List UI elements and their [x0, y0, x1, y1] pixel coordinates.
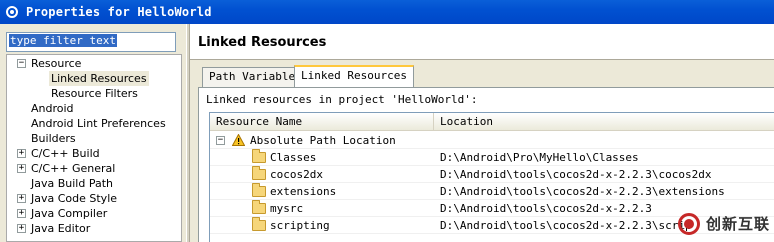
tree-item-linked-resources[interactable]: Linked Resources [49, 71, 149, 86]
folder-icon [252, 217, 266, 231]
table-header: Resource Name Location [210, 113, 774, 131]
row-name: cocos2dx [270, 168, 323, 181]
table-row[interactable]: extensions D:\Android\tools\cocos2d-x-2.… [210, 183, 774, 200]
watermark-text: 创新互联 [706, 215, 771, 233]
tab-linked-resources[interactable]: Linked Resources [294, 65, 414, 87]
tree-item-resource[interactable]: Resource [31, 56, 81, 71]
filter-input-text[interactable]: type filter text [9, 34, 117, 47]
expand-icon[interactable]: + [17, 194, 26, 203]
tree-item-java-editor[interactable]: Java Editor [31, 221, 90, 236]
tab-path-variables[interactable]: Path Variables [202, 67, 309, 87]
collapse-icon[interactable]: − [17, 59, 26, 68]
row-location: D:\Android\Pro\MyHello\Classes [440, 151, 639, 164]
column-header-location[interactable]: Location [434, 113, 774, 131]
table-row[interactable]: Classes D:\Android\Pro\MyHello\Classes [210, 149, 774, 166]
warning-icon [232, 134, 245, 146]
tree-item-java-compiler[interactable]: Java Compiler [31, 206, 107, 221]
group-label: Absolute Path Location [250, 134, 396, 147]
row-name: scripting [270, 219, 330, 232]
title-bar: Properties for HelloWorld [0, 0, 774, 24]
row-name: mysrc [270, 202, 304, 215]
row-location: D:\Android\tools\cocos2d-x-2.2.3\scrip [440, 219, 692, 232]
eclipse-gear-icon [4, 4, 20, 20]
collapse-icon[interactable]: − [216, 136, 225, 145]
filter-input[interactable]: type filter text [6, 32, 176, 52]
left-panel: type filter text − Resource Linked Resou… [0, 24, 186, 242]
folder-icon [252, 166, 266, 180]
tree-item-java-code-style[interactable]: Java Code Style [31, 191, 117, 206]
pane-description: Linked resources in project 'HelloWorld'… [206, 93, 478, 106]
expand-icon[interactable]: + [17, 209, 26, 218]
property-tree[interactable]: − Resource Linked Resources Resource Fil… [6, 54, 182, 242]
folder-icon [252, 200, 266, 214]
table-row[interactable]: cocos2dx D:\Android\tools\cocos2d-x-2.2.… [210, 166, 774, 183]
folder-icon [252, 149, 266, 163]
tree-item-cpp-general[interactable]: C/C++ General [31, 161, 115, 176]
expand-icon[interactable]: + [17, 224, 26, 233]
row-name: extensions [270, 185, 337, 198]
tree-item-android[interactable]: Android [31, 101, 74, 116]
row-location: D:\Android\tools\cocos2d-x-2.2.3\extensi… [440, 185, 725, 198]
expand-icon[interactable]: + [17, 164, 26, 173]
watermark: 创新互联 [676, 205, 774, 242]
column-header-name[interactable]: Resource Name [210, 113, 434, 131]
tree-item-builders[interactable]: Builders [31, 131, 76, 146]
row-location: D:\Android\tools\cocos2d-x-2.2.3 [440, 202, 652, 215]
tree-item-cpp-build[interactable]: C/C++ Build [31, 146, 100, 161]
table-group-row[interactable]: − Absolute Path Location [210, 132, 774, 149]
page-header: Linked Resources [190, 24, 774, 60]
window-title: Properties for HelloWorld [26, 5, 212, 19]
expand-icon[interactable]: + [17, 149, 26, 158]
tree-item-android-lint[interactable]: Android Lint Preferences [31, 116, 166, 131]
row-location: D:\Android\tools\cocos2d-x-2.2.3\cocos2d… [440, 168, 712, 181]
folder-icon [252, 183, 266, 197]
watermark-logo-icon [678, 212, 700, 235]
row-name: Classes [270, 151, 317, 164]
tree-item-resource-filters[interactable]: Resource Filters [51, 86, 138, 101]
tree-item-java-build-path[interactable]: Java Build Path [31, 176, 113, 191]
page-title: Linked Resources [198, 35, 327, 50]
